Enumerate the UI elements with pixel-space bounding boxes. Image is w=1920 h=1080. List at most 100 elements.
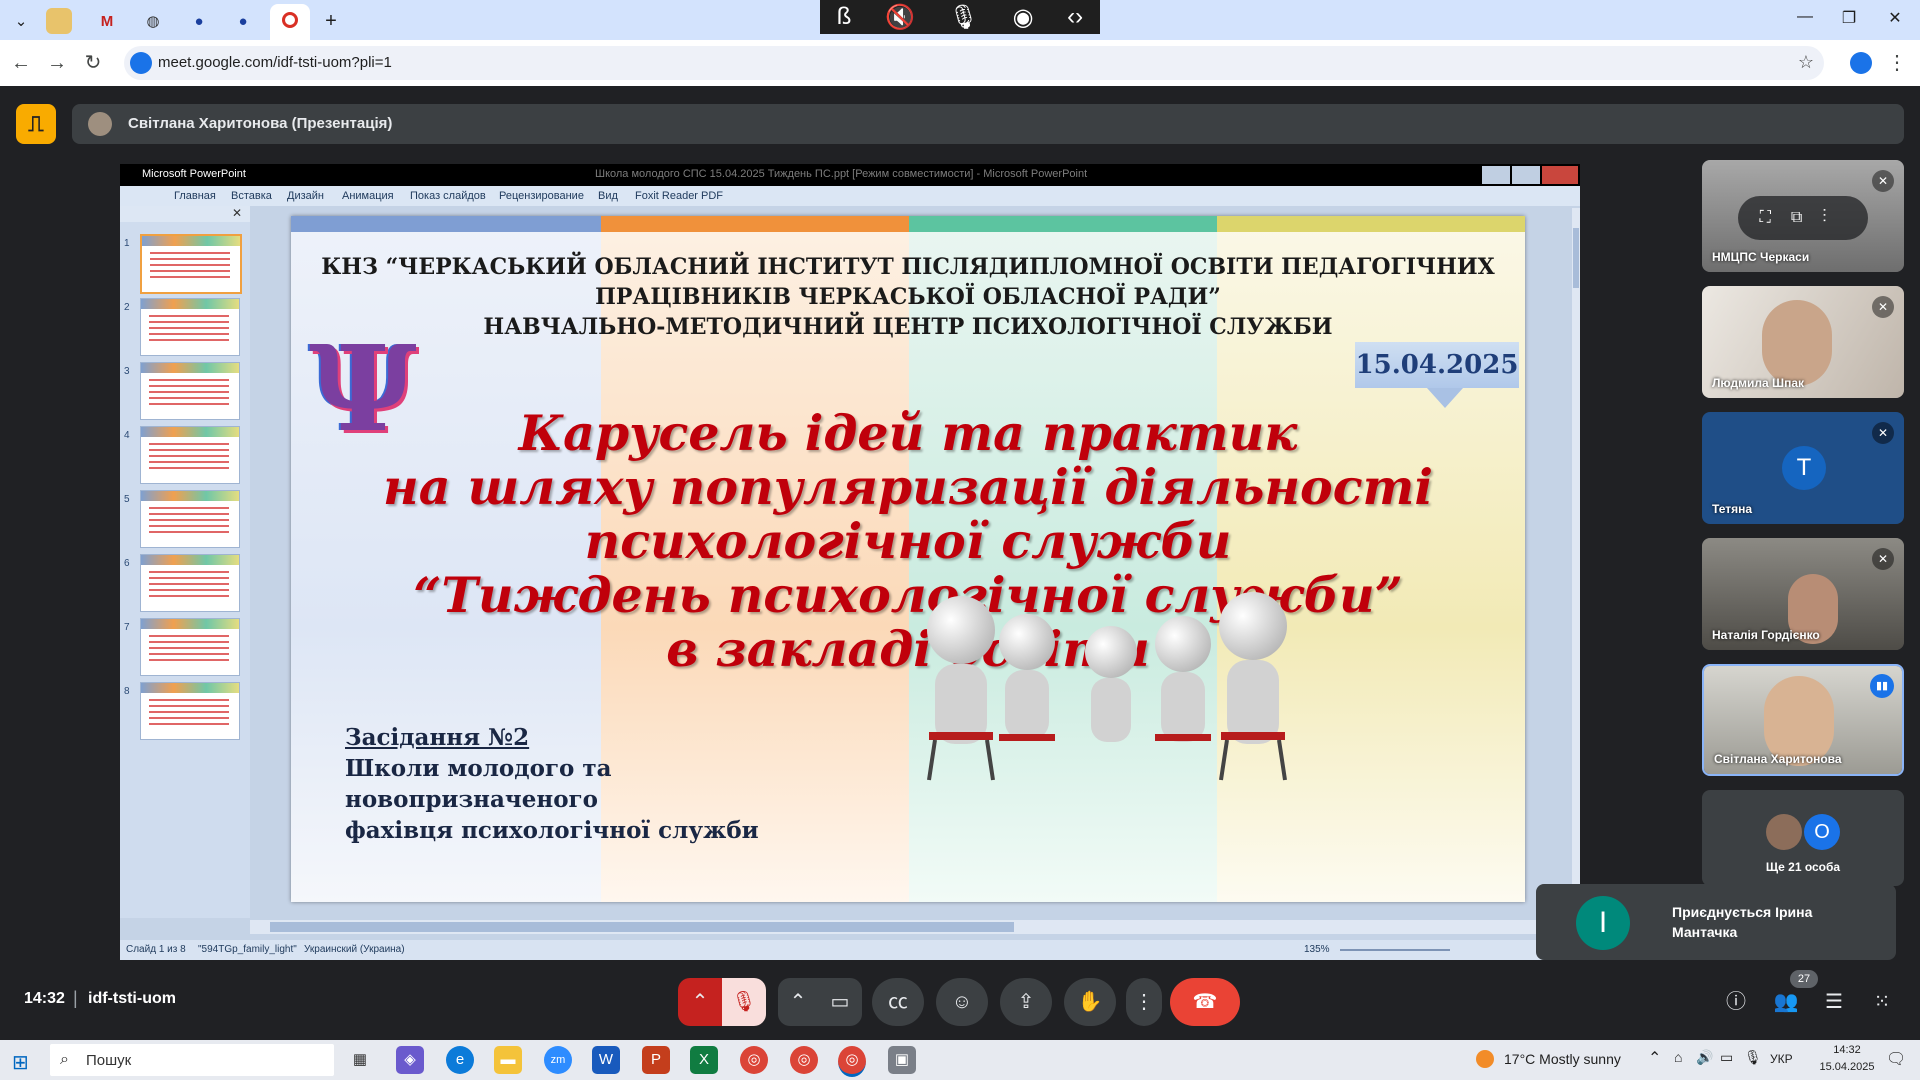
slide-thumbnail-2[interactable] (140, 298, 240, 356)
meeting-details-icon[interactable]: ⓘ (1716, 978, 1756, 1026)
ribbon-tab-slideshow[interactable]: Показ слайдов (410, 190, 486, 202)
ppt-maximize-icon[interactable] (1512, 166, 1540, 184)
participant-tile-5-speaking[interactable]: ▮▮ Світлана Харитонова (1702, 664, 1904, 776)
video-options-chevron-icon[interactable]: ⌃ (778, 978, 818, 1026)
camera-button[interactable]: ▭ (818, 978, 862, 1026)
participant-tile-2[interactable]: ✕ Людмила Шпак (1702, 286, 1904, 398)
more-options-icon[interactable]: ⋮ (1822, 209, 1846, 226)
slide-thumbnail-5[interactable] (140, 490, 240, 548)
microphone-icon[interactable]: 🎙 (949, 3, 979, 32)
clock-date[interactable]: 15.04.2025 (1812, 1061, 1882, 1073)
tab-favicon-user-2[interactable]: ● (230, 8, 256, 34)
tray-chevron-icon[interactable]: ⌃ (1648, 1048, 1661, 1068)
profile-avatar[interactable] (1850, 52, 1872, 74)
bookmark-star-icon[interactable]: ☆ (1798, 52, 1814, 73)
present-now-button[interactable]: ⇪ (1000, 978, 1052, 1026)
thumbs-close-icon[interactable]: ✕ (232, 206, 242, 220)
reactions-button[interactable]: ☺ (936, 978, 988, 1026)
address-bar[interactable]: meet.google.com/idf-tsti-uom?pli=1 ☆ (124, 46, 1824, 80)
ribbon-tab-insert[interactable]: Вставка (231, 190, 272, 202)
tray-volume-icon[interactable]: 🔊 (1696, 1049, 1713, 1066)
leave-call-button[interactable]: ☎ (1170, 978, 1240, 1026)
ribbon-tab-review[interactable]: Рецензирование (499, 190, 584, 202)
code-icon[interactable]: ‹› (1067, 3, 1083, 31)
meeting-info: Засідання №2 Школи молодого та новопризн… (345, 722, 759, 846)
ppt-minimize-icon[interactable] (1482, 166, 1510, 184)
horizontal-scrollbar[interactable] (250, 920, 1572, 934)
notifications-icon[interactable]: 🗨 (1886, 1049, 1906, 1069)
zoom-slider[interactable] (1340, 949, 1450, 951)
chrome-profile-icon[interactable]: ◎ (790, 1046, 818, 1074)
ribbon-tab-design[interactable]: Дизайн (287, 190, 324, 202)
participant-tile-1[interactable]: ⛶⧉⋮ ✕ НМЦПС Черкаси (1702, 160, 1904, 272)
meet-presentation-icon[interactable]: ⎍ (16, 104, 56, 144)
slide-thumbnail-3[interactable] (140, 362, 240, 420)
participant-tile-3[interactable]: T ✕ Тетяна (1702, 412, 1904, 524)
word-icon[interactable]: W (592, 1046, 620, 1074)
slide-thumbnail-8[interactable] (140, 682, 240, 740)
tab-favicon-globe[interactable]: ◍ (140, 8, 166, 34)
tray-network-icon[interactable]: ⌂ (1674, 1049, 1682, 1065)
tab-favicon-gmail[interactable]: M (94, 8, 120, 34)
tray-mic-icon[interactable]: 🎙 (1744, 1049, 1762, 1066)
slide-thumbnail-7[interactable] (140, 618, 240, 676)
framing-icon[interactable]: ⛶ (1760, 209, 1791, 226)
slide-title-line: психологічної служби (584, 512, 1232, 570)
task-view-icon[interactable]: ▦ (346, 1046, 374, 1074)
ribbon-tab-foxit[interactable]: Foxit Reader PDF (635, 190, 723, 202)
slide-thumbnail-1[interactable] (140, 234, 242, 294)
taskbar-search-box[interactable]: ⌕ Пошук (50, 1044, 334, 1076)
tab-favicon-files[interactable] (46, 8, 72, 34)
people-circle-illustration (927, 592, 1287, 781)
speaker-mute-icon[interactable]: 🔇 (885, 3, 915, 32)
braille-icon[interactable]: ß (837, 3, 852, 31)
reload-icon[interactable]: ↻ (80, 50, 106, 76)
ribbon-tab-home[interactable]: Главная (174, 190, 216, 202)
minimize-icon[interactable]: — (1790, 8, 1820, 32)
scrollbar-thumb[interactable] (1573, 228, 1579, 288)
tab-search-chevron-icon[interactable]: ⌄ (8, 8, 34, 34)
ppt-close-icon[interactable] (1542, 166, 1578, 184)
slide-thumbnail-6[interactable] (140, 554, 240, 612)
zoom-icon[interactable]: zm (544, 1046, 572, 1074)
raise-hand-button[interactable]: ✋ (1064, 978, 1116, 1026)
back-arrow-icon[interactable]: ← (8, 50, 34, 76)
kebab-menu-icon[interactable]: ⋮ (1884, 50, 1910, 76)
slide-thumbnail-4[interactable] (140, 426, 240, 484)
scrollbar-thumb[interactable] (270, 922, 1014, 932)
site-info-icon[interactable] (130, 52, 152, 74)
ribbon-tab-animation[interactable]: Анимация (342, 190, 394, 202)
windows-start-icon[interactable]: ⊞ (12, 1050, 29, 1075)
clock-time[interactable]: 14:32 (1820, 1044, 1874, 1056)
ribbon-tab-view[interactable]: Вид (598, 190, 618, 202)
pin-icon[interactable]: ⧉ (1791, 209, 1822, 226)
activities-icon[interactable]: ⁙ (1860, 978, 1904, 1026)
active-tab-meet[interactable] (270, 4, 310, 40)
input-language[interactable]: УКР (1770, 1052, 1793, 1066)
file-explorer-icon[interactable]: ▬ (494, 1046, 522, 1074)
edge-icon[interactable]: e (446, 1046, 474, 1074)
others-tile[interactable]: O Ще 21 особа (1702, 790, 1904, 886)
tray-display-icon[interactable]: ▭ (1720, 1049, 1733, 1066)
participant-tile-4[interactable]: ✕ Наталія Гордієнко (1702, 538, 1904, 650)
audio-options-chevron-icon[interactable]: ⌃ (678, 978, 722, 1026)
chrome-icon[interactable]: ◎ (740, 1046, 768, 1074)
more-options-button[interactable]: ⋮ (1126, 978, 1162, 1026)
vertical-scrollbar[interactable] (1572, 208, 1580, 908)
close-icon[interactable]: ✕ (1880, 8, 1910, 32)
status-language: Украинский (Украина) (304, 944, 405, 955)
mic-off-button[interactable]: 🎙 (722, 978, 766, 1026)
restore-icon[interactable]: ❐ (1834, 8, 1864, 32)
captions-button[interactable]: ㏄ (872, 978, 924, 1026)
excel-icon[interactable]: X (690, 1046, 718, 1074)
broadcast-icon[interactable]: ◉ (1013, 3, 1034, 32)
powerpoint-icon[interactable]: P (642, 1046, 670, 1074)
app-icon[interactable]: ▣ (888, 1046, 916, 1074)
weather-text[interactable]: 17°C Mostly sunny (1504, 1051, 1621, 1067)
new-tab-plus-icon[interactable]: + (318, 8, 344, 34)
chrome-active-icon[interactable]: ◎ (838, 1046, 866, 1077)
tab-favicon-user[interactable]: ● (186, 8, 212, 34)
chat-icon[interactable]: ☰ (1812, 978, 1856, 1026)
copilot-icon[interactable]: ◈ (396, 1046, 424, 1074)
forward-arrow-icon[interactable]: → (44, 50, 70, 76)
